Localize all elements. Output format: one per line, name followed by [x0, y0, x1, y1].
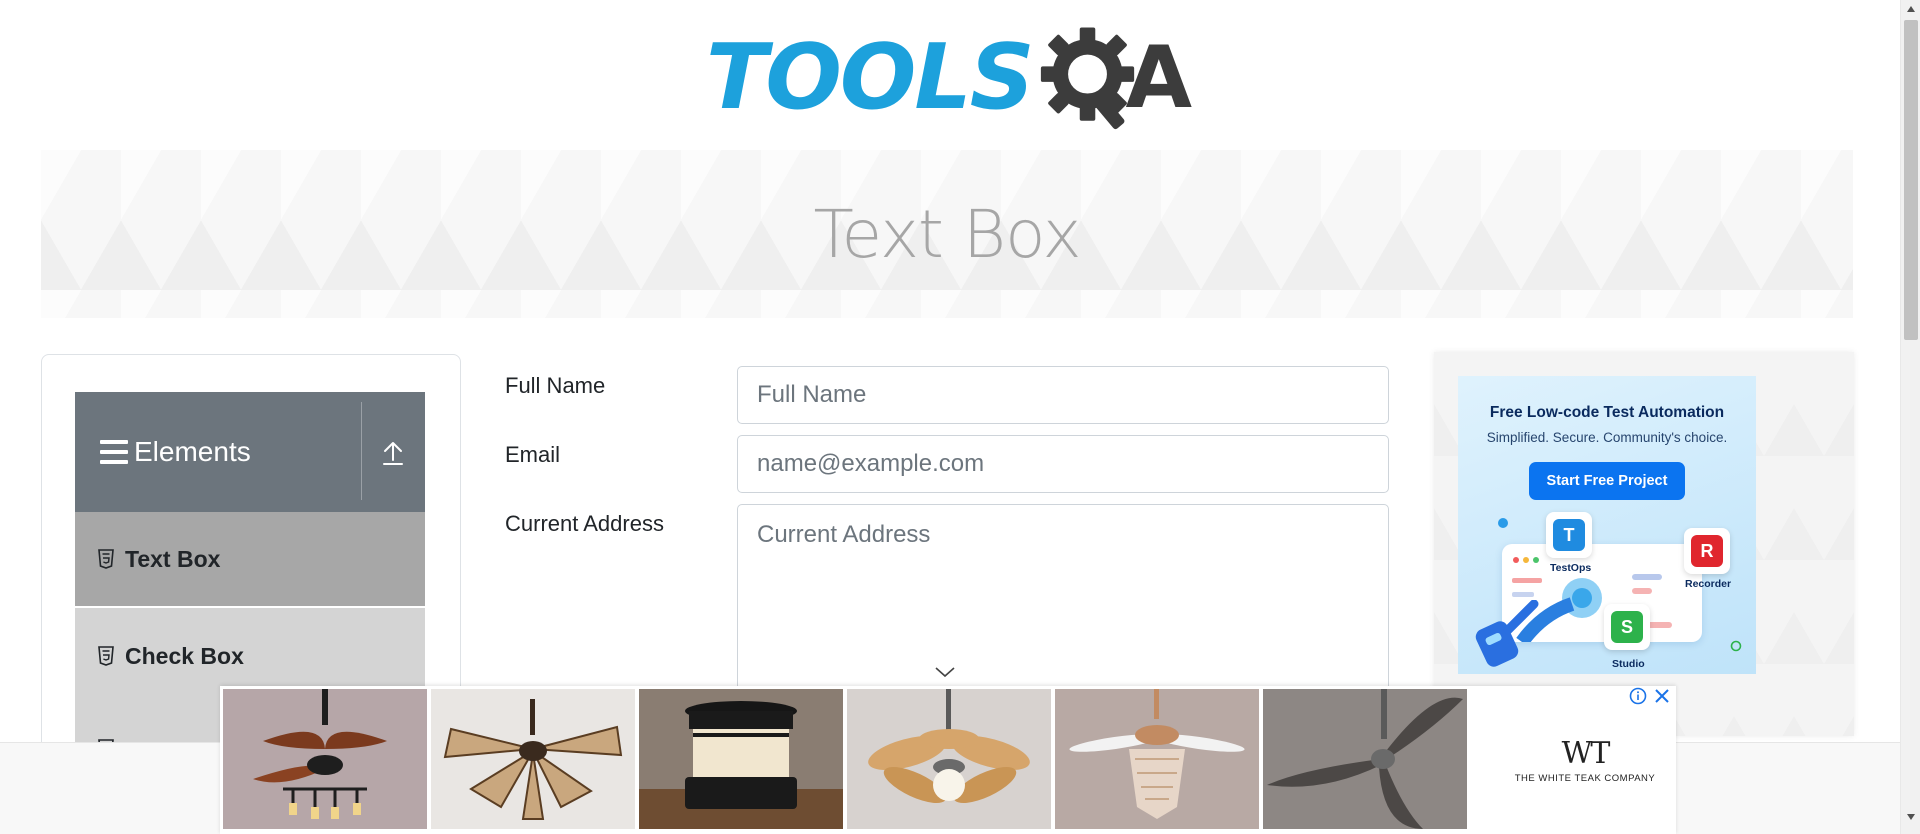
current-address-label: Current Address: [505, 511, 664, 536]
ceiling-fan-chandelier-image: [253, 689, 387, 819]
product-image-1[interactable]: [223, 689, 427, 829]
full-name-label: Full Name: [505, 373, 606, 398]
scrollbar-thumb[interactable]: [1904, 20, 1918, 340]
testops-logo-icon: T: [1553, 519, 1585, 551]
recorder-logo-icon: R: [1691, 535, 1723, 567]
product-image-6[interactable]: [1263, 689, 1467, 829]
logo-a-text: A: [1125, 28, 1192, 128]
product-image-3[interactable]: [639, 689, 843, 829]
recorder-tile: R: [1684, 528, 1730, 574]
full-name-input[interactable]: [737, 366, 1389, 424]
robot-arm-icon: [1475, 600, 1539, 667]
group-title: Elements: [134, 436, 251, 467]
chevron-down-icon: [935, 667, 955, 678]
collapse-up-icon[interactable]: [381, 440, 405, 466]
ring-icon: [1730, 640, 1742, 652]
vertical-scrollbar[interactable]: [1900, 0, 1920, 834]
product-image-5[interactable]: [1055, 689, 1259, 829]
studio-caption: Studio: [1612, 658, 1645, 670]
test-automation-ad[interactable]: Free Low-code Test Automation Simplified…: [1458, 376, 1756, 674]
brand-mark: WT: [1561, 736, 1611, 771]
sidebar-item-label: Text Box: [125, 545, 221, 572]
bottom-banner-ad[interactable]: WT THE WHITE TEAK COMPANY: [220, 686, 1676, 834]
brand-logo[interactable]: WT THE WHITE TEAK COMPANY: [1510, 736, 1660, 784]
scroll-down-arrow-icon[interactable]: [1907, 814, 1915, 820]
right-ad-container: Free Low-code Test Automation Simplified…: [1434, 352, 1854, 736]
product-image-4[interactable]: [847, 689, 1051, 829]
ad-info-icon[interactable]: [1628, 686, 1648, 706]
sidebar-item-label: Check Box: [125, 642, 244, 669]
ceiling-fan-wicker-image: [443, 699, 623, 820]
testops-caption: TestOps: [1550, 562, 1592, 574]
ceiling-fan-dark-image: [1267, 689, 1463, 829]
brand-name: THE WHITE TEAK COMPANY: [1514, 773, 1656, 784]
scroll-up-arrow-icon[interactable]: [1907, 6, 1915, 12]
start-free-project-button[interactable]: Start Free Project: [1529, 462, 1685, 500]
studio-tile: S: [1604, 604, 1650, 650]
testops-tile: T: [1546, 512, 1592, 558]
ad-close-icon[interactable]: [1652, 686, 1672, 706]
product-image-2[interactable]: [431, 689, 635, 829]
email-label: Email: [505, 442, 561, 467]
studio-logo-icon: S: [1611, 611, 1643, 643]
email-input[interactable]: [737, 435, 1389, 493]
current-address-textarea[interactable]: [737, 504, 1389, 694]
toolsqa-logo[interactable]: TOOLS A: [706, 22, 1192, 134]
ad-title: Free Low-code Test Automation: [1489, 404, 1725, 421]
logo-tools-text: TOOLS: [706, 25, 1035, 130]
divider: [361, 402, 362, 500]
ceiling-fan-wood-image: [868, 689, 1030, 804]
menu-icon: [100, 440, 128, 464]
group-header-elements[interactable]: Elements: [75, 392, 425, 512]
html5-icon: [97, 548, 115, 570]
page-title: Text Box: [813, 195, 1081, 273]
sidebar-item-text-box[interactable]: Text Box: [75, 512, 425, 608]
ad-subtitle: Simplified. Secure. Community's choice.: [1486, 430, 1728, 445]
crystal-fan-chandelier-image: [1069, 689, 1245, 819]
html5-icon: [97, 645, 115, 667]
page-banner: Text Box: [41, 150, 1853, 318]
outdoor-lamp-image: [639, 701, 843, 829]
recorder-caption: Recorder: [1685, 578, 1732, 590]
dot-icon: [1498, 518, 1508, 528]
